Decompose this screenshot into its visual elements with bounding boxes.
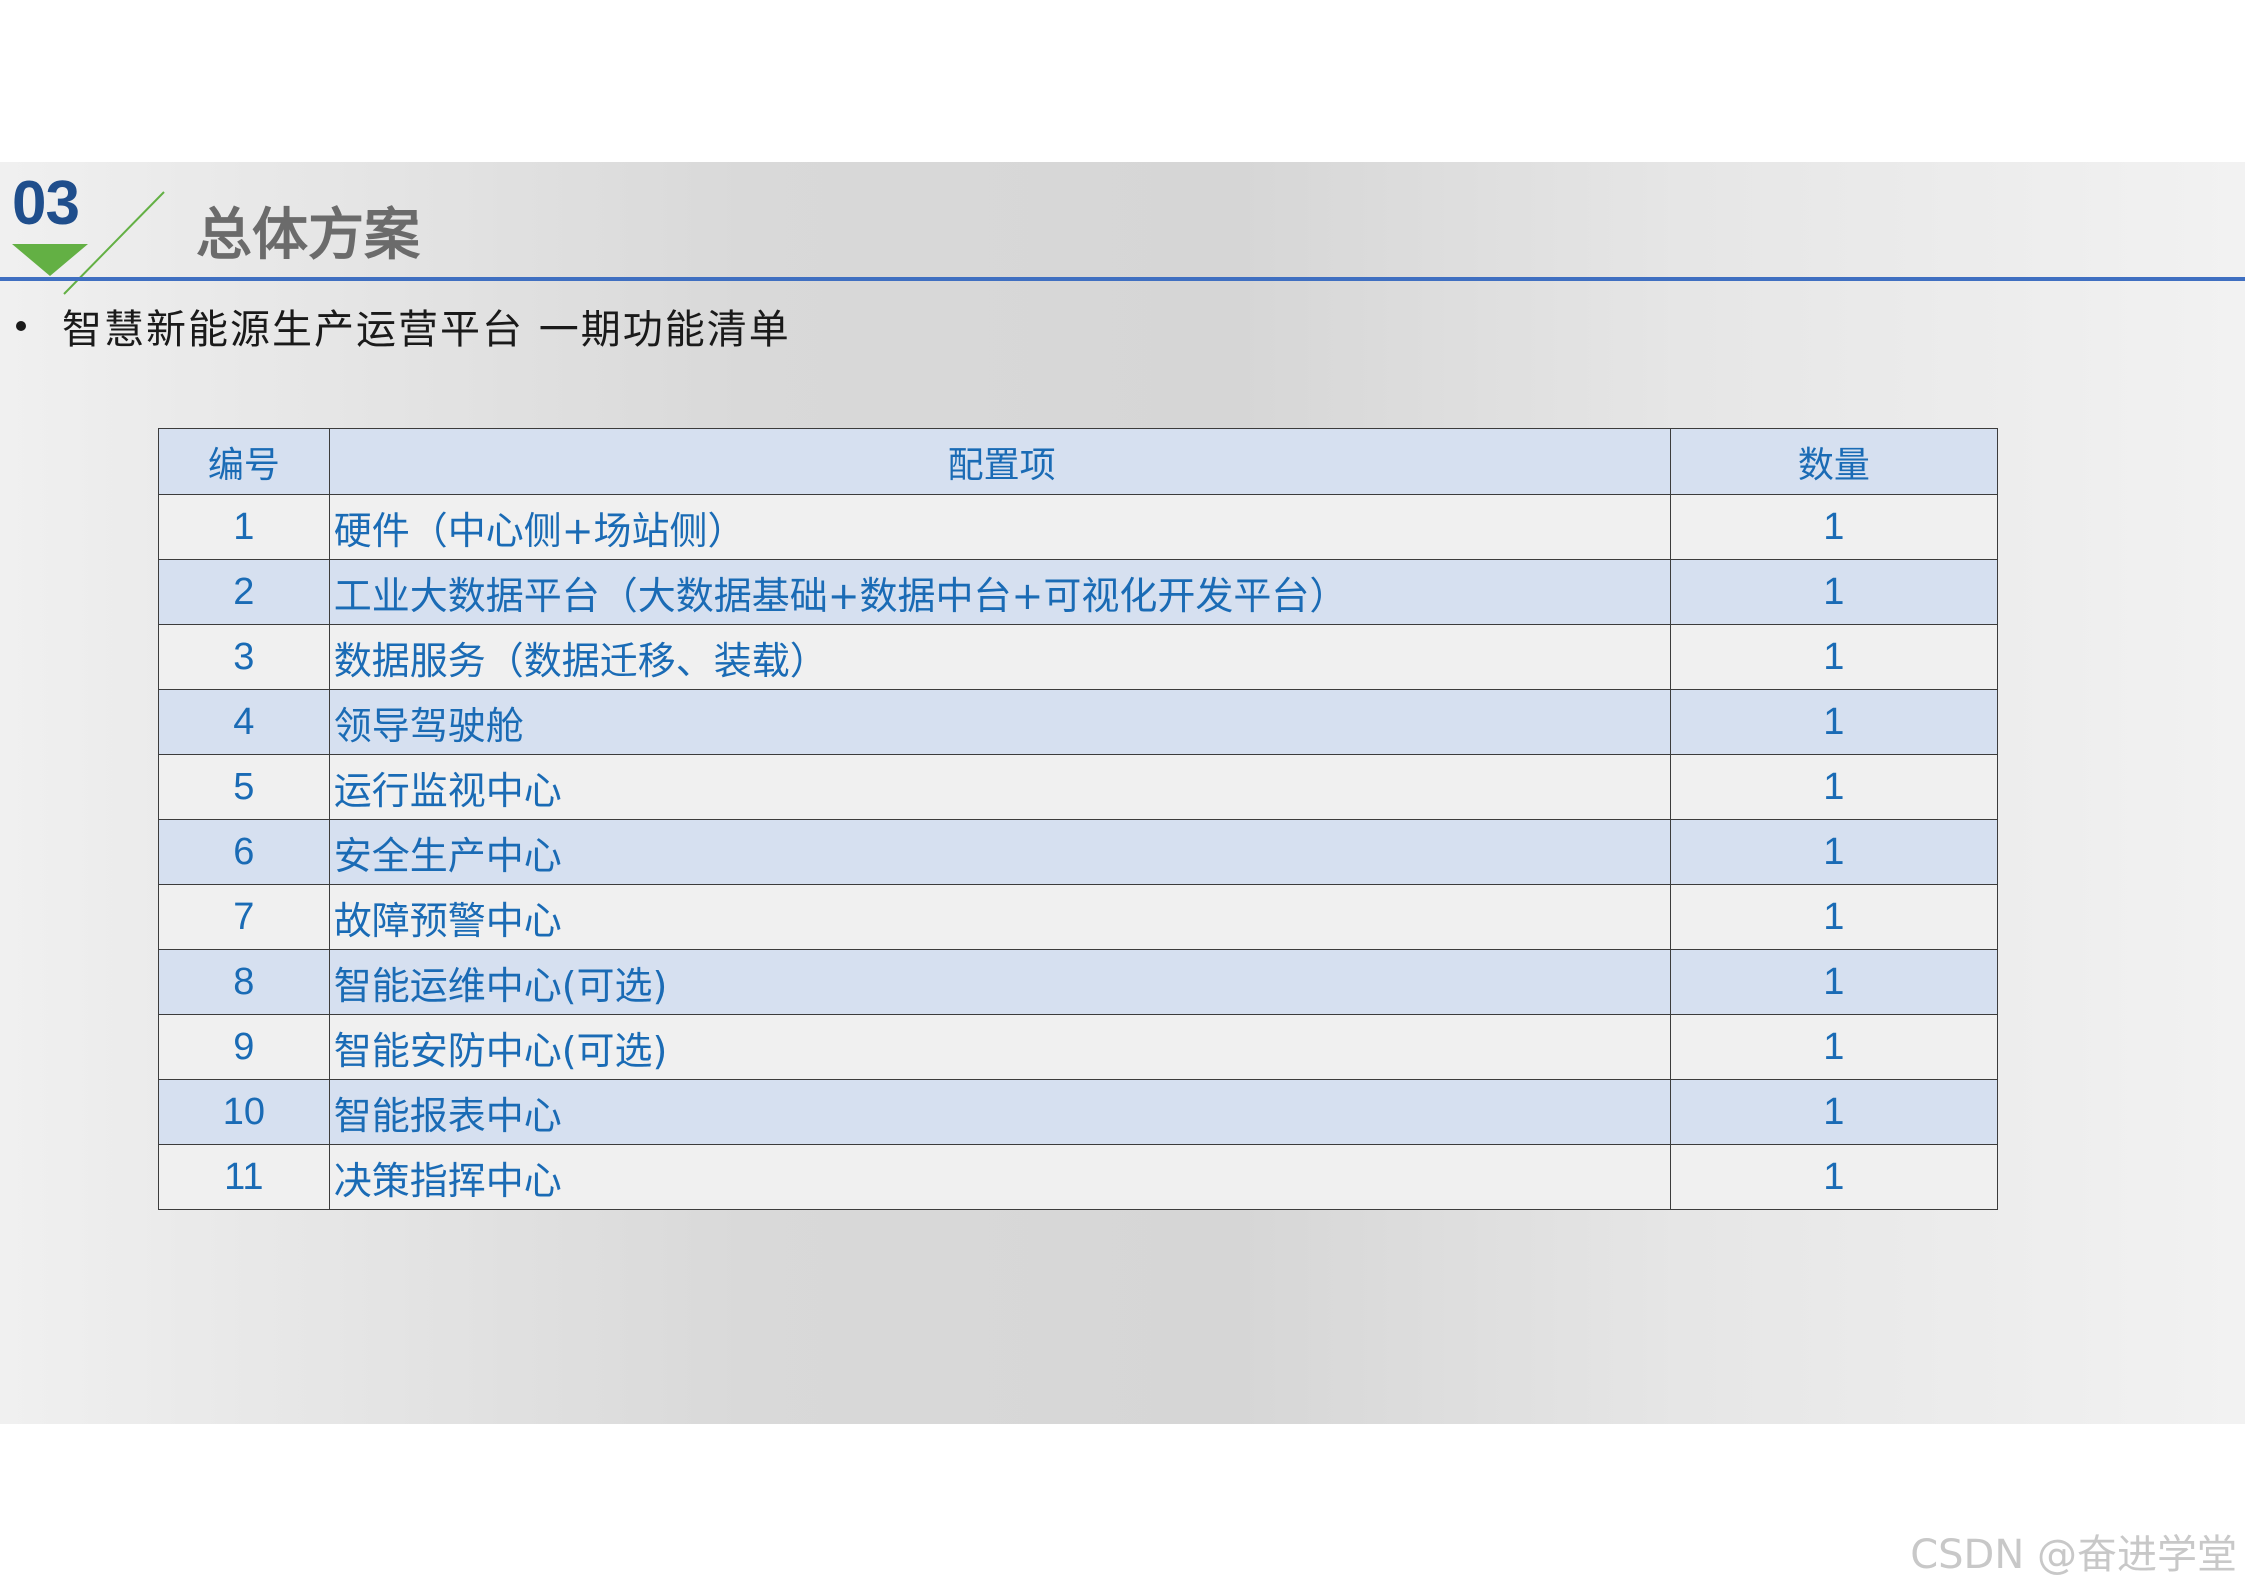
table-row: 4 领导驾驶舱 1 [158, 689, 1999, 755]
row-item: 故障预警中心 [328, 884, 1671, 950]
row-item: 智能运维中心(可选) [328, 949, 1671, 1015]
row-no: 7 [158, 884, 330, 950]
row-no: 6 [158, 819, 330, 885]
row-no: 3 [158, 624, 330, 690]
row-qty: 1 [1669, 1144, 1999, 1210]
page: 03 总体方案 智慧新能源生产运营平台 一期功能清单 编号 配置项 数量 1 硬 [0, 0, 2245, 1588]
row-qty: 1 [1669, 689, 1999, 755]
table-row: 3 数据服务（数据迁移、装载） 1 [158, 624, 1999, 690]
row-no: 5 [158, 754, 330, 820]
row-qty: 1 [1669, 494, 1999, 560]
header-divider [0, 277, 2245, 281]
table-row: 5 运行监视中心 1 [158, 754, 1999, 820]
row-qty: 1 [1669, 1014, 1999, 1080]
row-qty: 1 [1669, 884, 1999, 950]
row-item: 硬件（中心侧+场站侧） [328, 494, 1671, 560]
row-item: 智能安防中心(可选) [328, 1014, 1671, 1080]
row-no: 8 [158, 949, 330, 1015]
table-row: 2 工业大数据平台（大数据基础+数据中台+可视化开发平台） 1 [158, 559, 1999, 625]
row-item: 运行监视中心 [328, 754, 1671, 820]
slash-divider-icon [63, 191, 165, 295]
subtitle-line: 智慧新能源生产运营平台 一期功能清单 [14, 297, 791, 355]
header-qty: 数量 [1669, 428, 1999, 495]
config-table: 编号 配置项 数量 1 硬件（中心侧+场站侧） 1 2 工业大数据平台（大数据基… [158, 428, 1999, 1210]
table-row: 8 智能运维中心(可选) 1 [158, 949, 1999, 1015]
subtitle-text: 智慧新能源生产运营平台 一期功能清单 [62, 307, 791, 353]
table-row: 1 硬件（中心侧+场站侧） 1 [158, 494, 1999, 560]
slide: 03 总体方案 智慧新能源生产运营平台 一期功能清单 编号 配置项 数量 1 硬 [0, 162, 2245, 1424]
table-row: 10 智能报表中心 1 [158, 1079, 1999, 1145]
header-item: 配置项 [328, 428, 1671, 495]
row-no: 2 [158, 559, 330, 625]
row-qty: 1 [1669, 819, 1999, 885]
table-row: 6 安全生产中心 1 [158, 819, 1999, 885]
row-item: 工业大数据平台（大数据基础+数据中台+可视化开发平台） [328, 559, 1671, 625]
row-no: 4 [158, 689, 330, 755]
row-item: 安全生产中心 [328, 819, 1671, 885]
watermark: CSDN @奋进学堂 [1910, 1532, 2237, 1578]
row-no: 11 [158, 1144, 330, 1210]
table-row: 11 决策指挥中心 1 [158, 1144, 1999, 1210]
row-no: 1 [158, 494, 330, 560]
table-header-row: 编号 配置项 数量 [158, 428, 1999, 495]
row-qty: 1 [1669, 559, 1999, 625]
row-item: 领导驾驶舱 [328, 689, 1671, 755]
row-item: 数据服务（数据迁移、装载） [328, 624, 1671, 690]
row-qty: 1 [1669, 754, 1999, 820]
section-title: 总体方案 [196, 203, 420, 268]
row-item: 决策指挥中心 [328, 1144, 1671, 1210]
table-row: 9 智能安防中心(可选) 1 [158, 1014, 1999, 1080]
row-qty: 1 [1669, 1079, 1999, 1145]
row-no: 9 [158, 1014, 330, 1080]
header-no: 编号 [158, 428, 330, 495]
row-item: 智能报表中心 [328, 1079, 1671, 1145]
row-qty: 1 [1669, 624, 1999, 690]
table-row: 7 故障预警中心 1 [158, 884, 1999, 950]
row-qty: 1 [1669, 949, 1999, 1015]
bullet-icon [16, 321, 26, 331]
row-no: 10 [158, 1079, 330, 1145]
